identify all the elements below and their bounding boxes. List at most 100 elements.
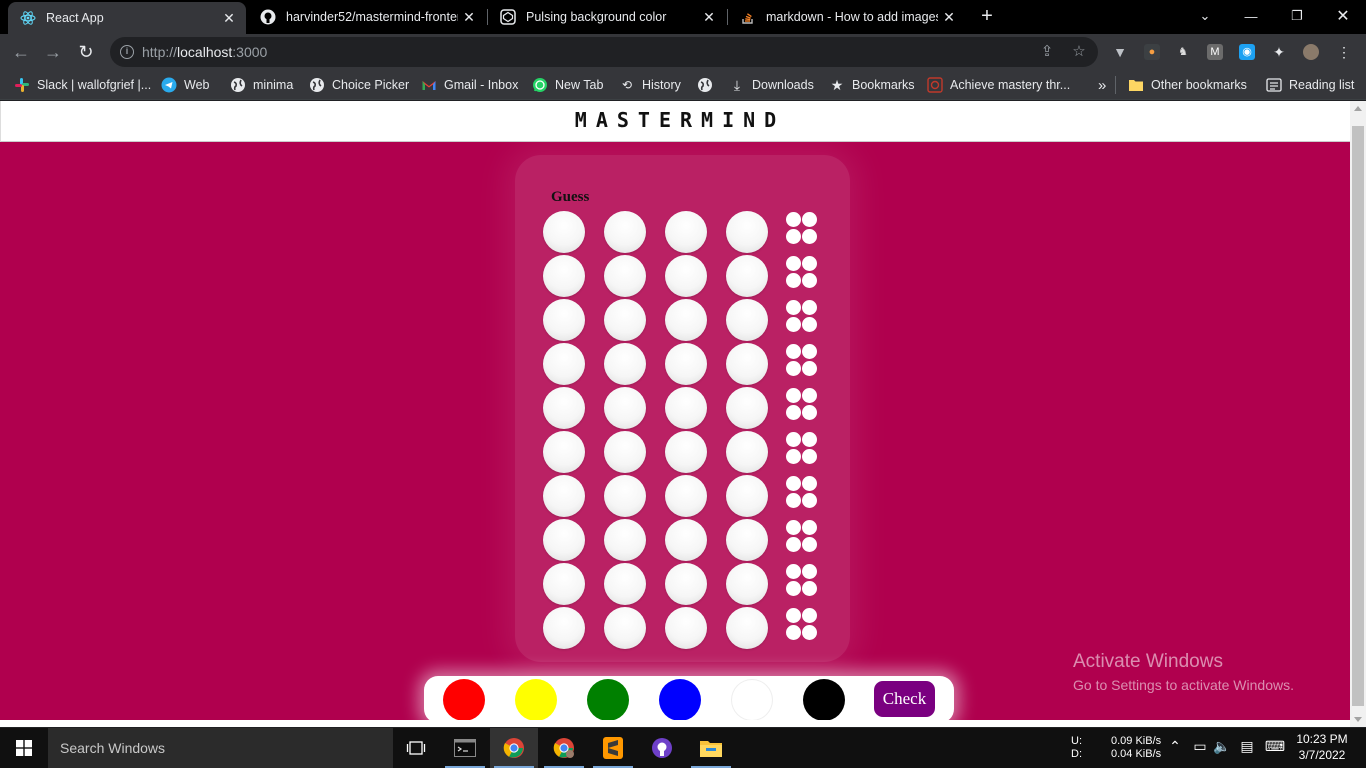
peg-slot[interactable]	[604, 563, 646, 605]
extension-m-icon[interactable]: M	[1207, 44, 1223, 60]
peg-slot[interactable]	[726, 255, 768, 297]
tray-chevron-up-icon[interactable]: ⌃	[1165, 738, 1185, 755]
forward-button[interactable]: →	[40, 39, 66, 65]
peg-slot[interactable]	[604, 431, 646, 473]
peg-slot[interactable]	[726, 343, 768, 385]
peg-slot[interactable]	[665, 211, 707, 253]
peg-slot[interactable]	[726, 299, 768, 341]
task-view-icon[interactable]	[392, 728, 440, 768]
vue-devtools-icon[interactable]: ▼	[1112, 44, 1128, 60]
file-explorer-app-icon[interactable]	[687, 728, 735, 768]
peg-slot[interactable]	[665, 519, 707, 561]
peg-slot[interactable]	[543, 431, 585, 473]
peg-slot[interactable]	[665, 255, 707, 297]
peg-slot[interactable]	[726, 607, 768, 649]
extensions-puzzle-icon[interactable]: ✦	[1271, 44, 1287, 60]
peg-slot[interactable]	[543, 475, 585, 517]
peg-slot[interactable]	[726, 475, 768, 517]
keyboard-icon[interactable]: ⌨	[1263, 738, 1287, 755]
bookmark-new-tab[interactable]: New Tab	[532, 76, 603, 94]
bookmark-star-icon[interactable]: ☆	[1070, 43, 1088, 61]
color-swatch-blue[interactable]	[659, 679, 701, 721]
chrome-profile-app-icon[interactable]	[540, 728, 588, 768]
color-swatch-yellow[interactable]	[515, 679, 557, 721]
extension-icon[interactable]: ●	[1144, 44, 1160, 60]
restore-button[interactable]: ❐	[1274, 0, 1320, 32]
bookmark-gmail[interactable]: Gmail - Inbox	[421, 76, 518, 94]
close-window-button[interactable]: ✕	[1320, 0, 1366, 32]
tab-stackoverflow[interactable]: markdown - How to add images ✕	[728, 0, 966, 34]
bookmark-bookmarks[interactable]: ★ Bookmarks	[829, 76, 915, 94]
peg-slot[interactable]	[604, 211, 646, 253]
bookmark-minima[interactable]: minima	[230, 76, 293, 94]
tab-react-app[interactable]: React App ✕	[8, 2, 246, 34]
color-swatch-white[interactable]	[731, 679, 773, 721]
bookmark-other-bookmarks[interactable]: Other bookmarks	[1128, 76, 1247, 94]
check-button[interactable]: Check	[874, 681, 935, 717]
bookmark-slack[interactable]: Slack | wallofgrief |...	[14, 76, 151, 94]
peg-slot[interactable]	[665, 343, 707, 385]
bookmark-globe[interactable]	[697, 76, 720, 94]
peg-slot[interactable]	[604, 255, 646, 297]
tab-close-icon[interactable]: ✕	[698, 9, 720, 26]
terminal-app-icon[interactable]	[441, 728, 489, 768]
peg-slot[interactable]	[543, 343, 585, 385]
peg-slot[interactable]	[726, 519, 768, 561]
bookmarks-overflow-button[interactable]: »	[1098, 76, 1106, 94]
peg-slot[interactable]	[726, 387, 768, 429]
scroll-up-arrow-icon[interactable]	[1354, 106, 1362, 111]
peg-slot[interactable]	[543, 211, 585, 253]
peg-slot[interactable]	[726, 563, 768, 605]
peg-slot[interactable]	[726, 431, 768, 473]
bookmark-choice-picker[interactable]: Choice Picker	[309, 76, 409, 94]
site-info-icon[interactable]: i	[120, 45, 134, 59]
reload-button[interactable]: ↻	[73, 39, 99, 65]
chrome-app-icon[interactable]	[490, 728, 538, 768]
color-swatch-red[interactable]	[443, 679, 485, 721]
peg-slot[interactable]	[543, 519, 585, 561]
peg-slot[interactable]	[665, 431, 707, 473]
url-text[interactable]: http://localhost:3000	[142, 44, 267, 60]
peg-slot[interactable]	[665, 563, 707, 605]
peg-slot[interactable]	[543, 299, 585, 341]
peg-slot[interactable]	[665, 387, 707, 429]
system-clock[interactable]: 10:23 PM 3/7/2022	[1290, 731, 1354, 763]
peg-slot[interactable]	[543, 563, 585, 605]
extension-icon[interactable]: ◉	[1239, 44, 1255, 60]
tab-close-icon[interactable]: ✕	[458, 9, 480, 26]
peg-slot[interactable]	[665, 607, 707, 649]
tab-close-icon[interactable]: ✕	[218, 10, 240, 27]
tab-codepen[interactable]: Pulsing background color ✕	[488, 0, 726, 34]
tab-github[interactable]: harvinder52/mastermind-fronten ✕	[248, 0, 486, 34]
sublime-text-app-icon[interactable]	[589, 728, 637, 768]
start-button[interactable]	[0, 728, 48, 768]
peg-slot[interactable]	[604, 299, 646, 341]
reading-list-button[interactable]: Reading list	[1266, 76, 1354, 94]
notifications-icon[interactable]: ▤	[1237, 738, 1257, 755]
github-desktop-app-icon[interactable]	[638, 728, 686, 768]
scroll-down-arrow-icon[interactable]	[1354, 717, 1362, 722]
peg-slot[interactable]	[665, 299, 707, 341]
bookmark-achieve-mastery[interactable]: Achieve mastery thr...	[927, 76, 1070, 94]
tab-search-chevron-icon[interactable]: ⌄	[1182, 0, 1228, 32]
peg-slot[interactable]	[604, 607, 646, 649]
color-swatch-black[interactable]	[803, 679, 845, 721]
volume-icon[interactable]: 🔈	[1212, 738, 1232, 755]
peg-slot[interactable]	[604, 475, 646, 517]
address-bar[interactable]: i http://localhost:3000 ⇪ ☆	[110, 37, 1098, 67]
peg-slot[interactable]	[543, 255, 585, 297]
peg-slot[interactable]	[543, 387, 585, 429]
menu-kebab-icon[interactable]: ⋮	[1336, 44, 1352, 60]
scrollbar-thumb[interactable]	[1352, 126, 1364, 706]
bookmark-history[interactable]: ⟲ History	[619, 76, 681, 94]
peg-slot[interactable]	[726, 211, 768, 253]
back-button[interactable]: ←	[8, 39, 34, 65]
new-tab-button[interactable]: +	[976, 5, 998, 27]
peg-slot[interactable]	[604, 387, 646, 429]
tab-close-icon[interactable]: ✕	[938, 9, 960, 26]
page-scrollbar[interactable]	[1350, 101, 1366, 727]
share-icon[interactable]: ⇪	[1038, 43, 1056, 61]
peg-slot[interactable]	[604, 343, 646, 385]
profile-avatar[interactable]	[1303, 44, 1319, 60]
minimize-button[interactable]: —	[1228, 0, 1274, 32]
